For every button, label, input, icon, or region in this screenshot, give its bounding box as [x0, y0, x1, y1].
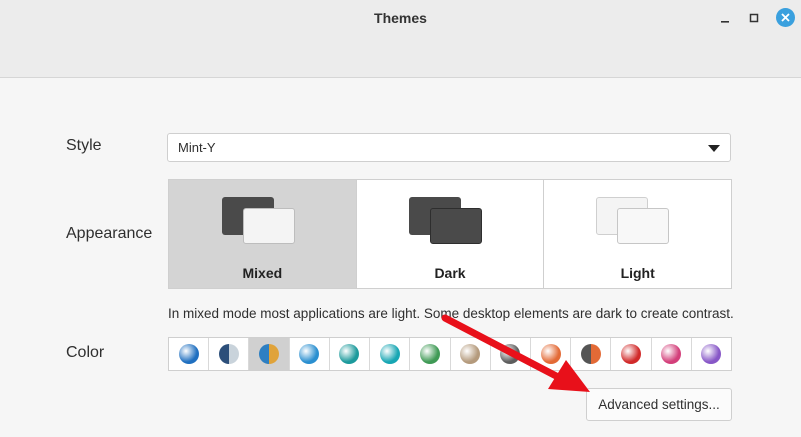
color-dot-icon [339, 344, 360, 364]
color-swatch-sand[interactable] [451, 338, 491, 370]
chevron-down-icon [708, 145, 720, 152]
appearance-label: Appearance [66, 225, 153, 242]
color-swatch-teal[interactable] [330, 338, 371, 370]
color-dot-icon [621, 344, 642, 364]
color-swatch-light-blue[interactable] [290, 338, 330, 370]
color-dot-icon [178, 344, 199, 364]
color-dot-icon [661, 344, 682, 364]
appearance-option-dark[interactable]: Dark [357, 180, 545, 288]
color-swatch-purple[interactable] [692, 338, 731, 370]
style-selected-value: Mint-Y [178, 140, 216, 155]
color-swatch-orange-dark[interactable] [571, 338, 612, 370]
color-swatch-grey[interactable] [491, 338, 531, 370]
color-swatch-green[interactable] [410, 338, 451, 370]
color-swatch-bar [168, 337, 732, 371]
appearance-option-light[interactable]: Light [544, 180, 731, 288]
color-swatch-blue[interactable] [169, 338, 210, 370]
color-swatch-red[interactable] [611, 338, 652, 370]
appearance-option-label: Dark [434, 265, 466, 281]
color-dot-icon [218, 344, 239, 364]
color-dot-icon [259, 344, 280, 364]
color-dot-icon [500, 344, 521, 364]
color-label: Color [66, 344, 105, 361]
style-label: Style [66, 137, 102, 154]
color-dot-icon [701, 344, 722, 364]
color-dot-icon [460, 344, 481, 364]
style-dropdown[interactable]: Mint-Y [167, 133, 731, 162]
advanced-settings-button[interactable]: Advanced settings... [586, 388, 732, 421]
color-swatch-cyan[interactable] [370, 338, 411, 370]
maximize-icon[interactable] [745, 9, 763, 27]
appearance-option-label: Mixed [242, 265, 283, 281]
color-dot-icon [299, 344, 320, 364]
color-dot-icon [580, 344, 601, 364]
color-swatch-aqua-grey[interactable] [209, 338, 250, 370]
appearance-selector: Mixed Dark Light [168, 179, 732, 289]
color-swatch-orange-blue[interactable] [249, 338, 290, 370]
color-dot-icon [379, 344, 400, 364]
appearance-description: In mixed mode most applications are ligh… [168, 306, 734, 321]
appearance-option-label: Light [620, 265, 655, 281]
color-swatch-orange[interactable] [531, 338, 572, 370]
window-titlebar: Themes [0, 0, 801, 78]
minimize-icon[interactable] [716, 9, 734, 27]
close-icon[interactable] [776, 8, 795, 27]
color-dot-icon [419, 344, 440, 364]
color-dot-icon [540, 344, 561, 364]
appearance-option-mixed[interactable]: Mixed [169, 180, 357, 288]
window-title: Themes [374, 10, 427, 26]
color-swatch-pink[interactable] [652, 338, 692, 370]
